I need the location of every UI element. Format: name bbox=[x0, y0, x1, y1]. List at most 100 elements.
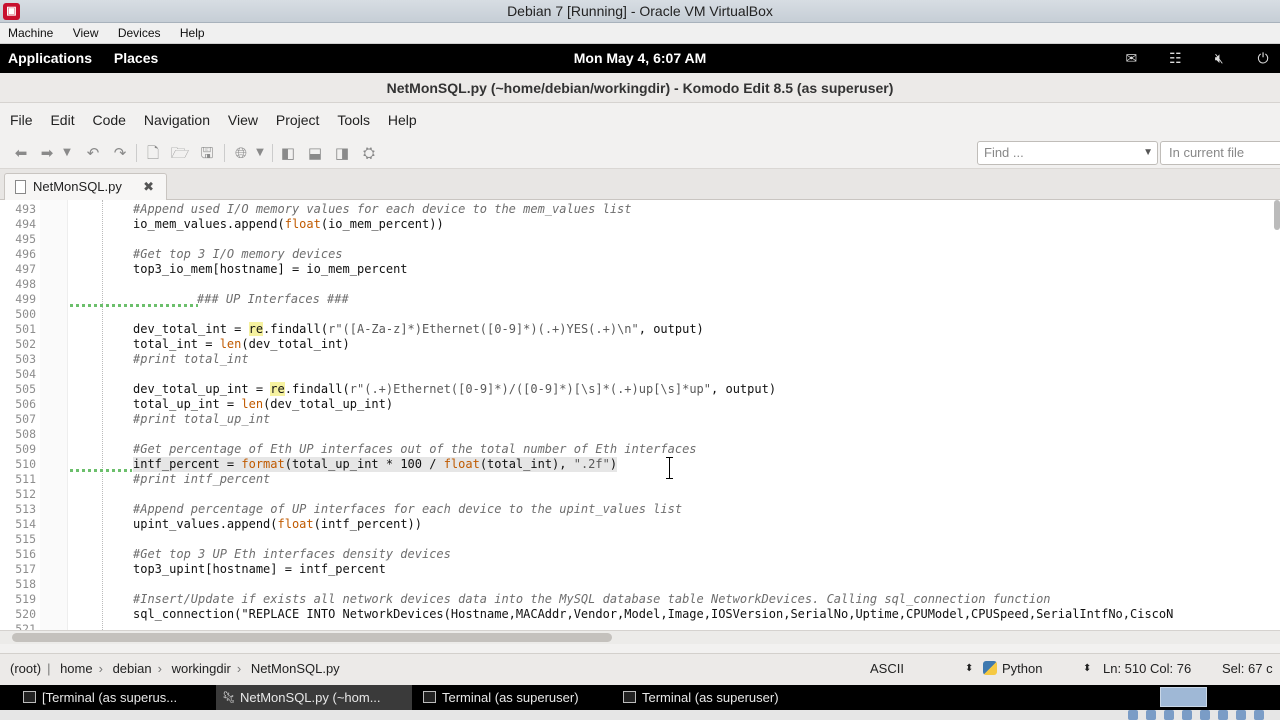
code-line[interactable]: 502 total_int = len(dev_total_int) bbox=[0, 337, 1280, 352]
vbox-menu-devices[interactable]: Devices bbox=[110, 23, 169, 44]
line-number: 511 bbox=[15, 472, 36, 486]
menu-edit[interactable]: Edit bbox=[43, 103, 81, 137]
menu-project[interactable]: Project bbox=[269, 103, 327, 137]
open-folder-icon[interactable]: 🗁︎ bbox=[170, 143, 190, 163]
browser-preview-icon[interactable]: 🌐︎ bbox=[231, 143, 251, 163]
vbox-cd-icon[interactable] bbox=[1146, 710, 1156, 720]
code-line[interactable]: 495 bbox=[0, 232, 1280, 247]
code-line[interactable]: 503 #print total_int bbox=[0, 352, 1280, 367]
code-line[interactable]: 515 bbox=[0, 532, 1280, 547]
language-select[interactable]: Python bbox=[983, 654, 1042, 684]
taskbar-terminal-1[interactable]: [Terminal (as superus... bbox=[18, 685, 218, 710]
code-line[interactable]: 519 #Insert/Update if exists all network … bbox=[0, 592, 1280, 607]
code-line[interactable]: 517 top3_upint[hostname] = intf_percent bbox=[0, 562, 1280, 577]
code-line[interactable]: 509 #Get percentage of Eth UP interfaces … bbox=[0, 442, 1280, 457]
find-dropdown-icon[interactable]: ▼ bbox=[1143, 142, 1153, 164]
code-line[interactable]: 496 #Get top 3 I/O memory devices bbox=[0, 247, 1280, 262]
vbox-capture-icon[interactable] bbox=[1236, 710, 1246, 720]
close-tab-icon[interactable]: ✖ bbox=[143, 174, 154, 200]
code-line[interactable]: 493 #Append used I/O memory values for ea… bbox=[0, 202, 1280, 217]
horizontal-scroll-thumb[interactable] bbox=[12, 633, 612, 642]
language-dropdown-icon[interactable]: ⬍ bbox=[1083, 654, 1091, 684]
vbox-hdd-icon[interactable] bbox=[1128, 710, 1138, 720]
breadcrumb-root[interactable]: (root) bbox=[10, 661, 41, 676]
code-line[interactable]: 504 bbox=[0, 367, 1280, 382]
find-input[interactable]: Find ... ▼ bbox=[977, 141, 1158, 165]
menu-navigation[interactable]: Navigation bbox=[137, 103, 217, 137]
browser-dropdown-icon[interactable]: ▼ bbox=[250, 143, 270, 163]
code-line[interactable]: 518 bbox=[0, 577, 1280, 592]
line-source: total_up_int = len(dev_total_up_int) bbox=[133, 397, 394, 411]
code-line[interactable]: 514 upint_values.append(float(intf_percen… bbox=[0, 517, 1280, 532]
line-source: #Get top 3 UP Eth interfaces density dev… bbox=[133, 547, 451, 561]
code-line[interactable]: 512 bbox=[0, 487, 1280, 502]
undo-icon[interactable]: ↶ bbox=[83, 143, 103, 163]
workspace-switcher[interactable] bbox=[1160, 687, 1207, 707]
code-line[interactable]: 508 bbox=[0, 427, 1280, 442]
toolbox-icon[interactable]: ⛭ bbox=[359, 143, 379, 163]
line-number: 505 bbox=[15, 382, 36, 396]
new-file-icon[interactable]: 🗋︎ bbox=[143, 143, 163, 163]
menu-code[interactable]: Code bbox=[85, 103, 132, 137]
vbox-display-icon[interactable] bbox=[1218, 710, 1228, 720]
power-icon[interactable]: ⏻ bbox=[1252, 44, 1274, 73]
tab-netmonsql[interactable]: NetMonSQL.py ✖ bbox=[4, 173, 167, 200]
save-icon[interactable]: 🖫︎ bbox=[197, 143, 217, 163]
back-arrow-icon[interactable]: ⬅ bbox=[11, 143, 31, 163]
menu-tools[interactable]: Tools bbox=[330, 103, 377, 137]
taskbar-komodo[interactable]: 🦎︎ NetMonSQL.py (~hom... bbox=[216, 685, 412, 710]
encoding-dropdown-icon[interactable]: ⬍ bbox=[965, 654, 973, 684]
line-source: ### UP Interfaces ### bbox=[197, 292, 349, 306]
code-line[interactable]: 494 io_mem_values.append(float(io_mem_per… bbox=[0, 217, 1280, 232]
breadcrumb-file[interactable]: NetMonSQL.py bbox=[251, 661, 340, 676]
menu-file[interactable]: File bbox=[3, 103, 40, 137]
line-number: 493 bbox=[15, 202, 36, 216]
code-line[interactable]: 499 ### UP Interfaces ### bbox=[0, 292, 1280, 307]
code-line[interactable]: 497 top3_io_mem[hostname] = io_mem_percen… bbox=[0, 262, 1280, 277]
encoding-select[interactable]: ASCII bbox=[870, 654, 904, 684]
vbox-menu-help[interactable]: Help bbox=[172, 23, 213, 44]
code-line[interactable]: 511 #print intf_percent bbox=[0, 472, 1280, 487]
notification-icon[interactable]: ✉ bbox=[1120, 44, 1142, 73]
vbox-keyboard-icon[interactable] bbox=[1254, 710, 1264, 720]
menu-view[interactable]: View bbox=[221, 103, 265, 137]
cursor-position: Ln: 510 Col: 76 bbox=[1103, 661, 1192, 676]
code-line[interactable]: 498 bbox=[0, 277, 1280, 292]
breadcrumb-workingdir[interactable]: workingdir bbox=[172, 661, 231, 676]
redo-icon[interactable]: ↷ bbox=[110, 143, 130, 163]
vbox-menu-machine[interactable]: Machine bbox=[0, 23, 61, 44]
taskbar-terminal-3[interactable]: Terminal (as superuser) bbox=[618, 685, 814, 710]
code-line[interactable]: 505 dev_total_up_int = re.findall(r"(.+)E… bbox=[0, 382, 1280, 397]
panel-clock[interactable]: Mon May 4, 6:07 AM bbox=[0, 44, 1280, 73]
line-number: 509 bbox=[15, 442, 36, 456]
menu-help[interactable]: Help bbox=[381, 103, 424, 137]
vbox-network-icon[interactable] bbox=[1182, 710, 1192, 720]
code-line[interactable]: 506 total_up_int = len(dev_total_up_int) bbox=[0, 397, 1280, 412]
code-line[interactable]: 500 bbox=[0, 307, 1280, 322]
code-line[interactable]: 501 dev_total_int = re.findall(r"([A-Za-z… bbox=[0, 322, 1280, 337]
volume-muted-icon[interactable]: 🔇︎ bbox=[1208, 44, 1230, 73]
vbox-menu-view[interactable]: View bbox=[65, 23, 107, 44]
right-pane-toggle-icon[interactable]: ◨ bbox=[332, 143, 352, 163]
bottom-pane-toggle-icon[interactable]: ⬓ bbox=[305, 143, 325, 163]
vbox-shared-folder-icon[interactable] bbox=[1200, 710, 1210, 720]
code-line[interactable]: 507 #print total_up_int bbox=[0, 412, 1280, 427]
code-line[interactable]: 516 #Get top 3 UP Eth interfaces density … bbox=[0, 547, 1280, 562]
find-scope-select[interactable]: In current file bbox=[1160, 141, 1280, 165]
vertical-scrollbar[interactable] bbox=[1274, 200, 1280, 230]
breadcrumb-home[interactable]: home bbox=[60, 661, 93, 676]
code-line[interactable]: 521 bbox=[0, 622, 1280, 630]
vbox-usb-icon[interactable] bbox=[1164, 710, 1174, 720]
code-line[interactable]: 510 intf_percent = format(total_up_int * … bbox=[0, 457, 1280, 472]
line-source: #print total_int bbox=[133, 352, 249, 366]
code-line[interactable]: 513 #Append percentage of UP interfaces f… bbox=[0, 502, 1280, 517]
taskbar-terminal-2[interactable]: Terminal (as superuser) bbox=[418, 685, 614, 710]
network-icon[interactable]: ☷ bbox=[1164, 44, 1186, 73]
horizontal-scrollbar[interactable] bbox=[0, 630, 1280, 644]
breadcrumb-debian[interactable]: debian bbox=[113, 661, 152, 676]
history-dropdown-icon[interactable]: ▼ bbox=[57, 143, 77, 163]
left-pane-toggle-icon[interactable]: ◧ bbox=[278, 143, 298, 163]
forward-arrow-icon[interactable]: ➡ bbox=[37, 143, 57, 163]
code-editor[interactable]: 493 #Append used I/O memory values for ea… bbox=[0, 200, 1280, 630]
code-line[interactable]: 520 sql_connection("REPLACE INTO NetworkD… bbox=[0, 607, 1280, 622]
